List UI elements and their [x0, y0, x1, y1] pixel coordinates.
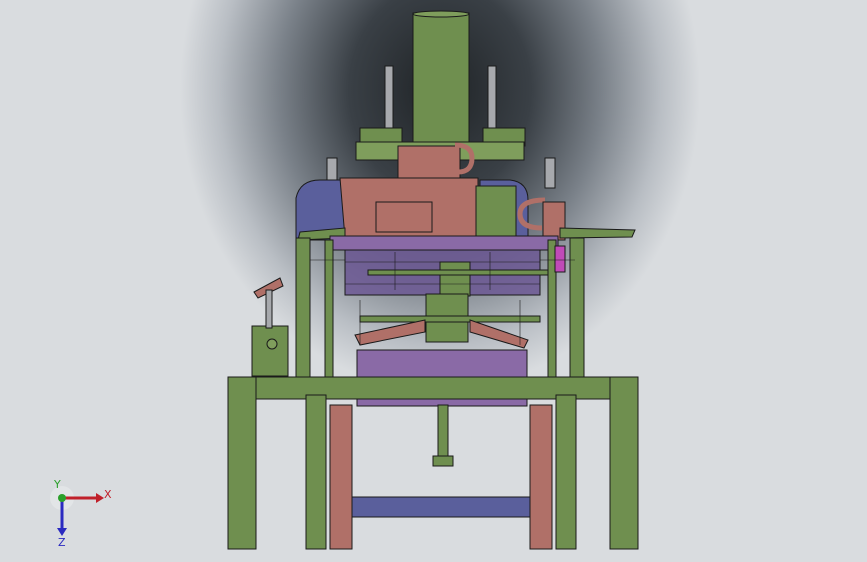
- guide-rod-right: [487, 65, 497, 131]
- motor-roller: [439, 261, 471, 297]
- salmon-v-left: [354, 319, 426, 346]
- z-axis-label: Z: [58, 536, 66, 548]
- green-plate-right: [475, 185, 517, 237]
- salmon-v-right: [469, 319, 529, 349]
- column-left-inner: [324, 239, 334, 381]
- y-axis-dot: [58, 494, 66, 502]
- leg-inner-right: [555, 394, 577, 550]
- purple-top-crossbar: [329, 235, 559, 251]
- column-right: [569, 237, 585, 379]
- leg-inner-left: [305, 394, 327, 550]
- green-arm-right: [559, 227, 636, 239]
- lower-shaft: [359, 315, 541, 323]
- top-cylinder-cap: [412, 10, 470, 18]
- salmon-upper-bracket: [397, 145, 461, 179]
- salmon-post-left: [329, 404, 353, 550]
- y-axis-label: Y: [53, 478, 61, 491]
- panel-stand: [265, 289, 273, 329]
- graphics-viewport[interactable]: X Y Z: [0, 0, 867, 562]
- top-cylinder: [412, 12, 470, 144]
- leg-outer-right: [609, 376, 639, 550]
- guide-rod-left: [384, 65, 394, 131]
- upper-rail-right: [544, 157, 556, 189]
- magenta-sensor: [554, 245, 566, 273]
- coordinate-triad-icon: X Y Z: [40, 478, 120, 549]
- piston-foot: [432, 455, 454, 467]
- salmon-post-right: [529, 404, 553, 550]
- bottom-crossbar: [351, 496, 531, 518]
- column-left: [295, 237, 311, 379]
- side-control-box: [251, 325, 289, 377]
- salmon-center-plate: [375, 201, 433, 233]
- x-axis-label: X: [104, 488, 112, 501]
- hanging-piston: [437, 404, 449, 461]
- machine-assembly-model[interactable]: [0, 0, 867, 562]
- control-knob: [266, 338, 278, 350]
- leg-outer-left: [227, 376, 257, 550]
